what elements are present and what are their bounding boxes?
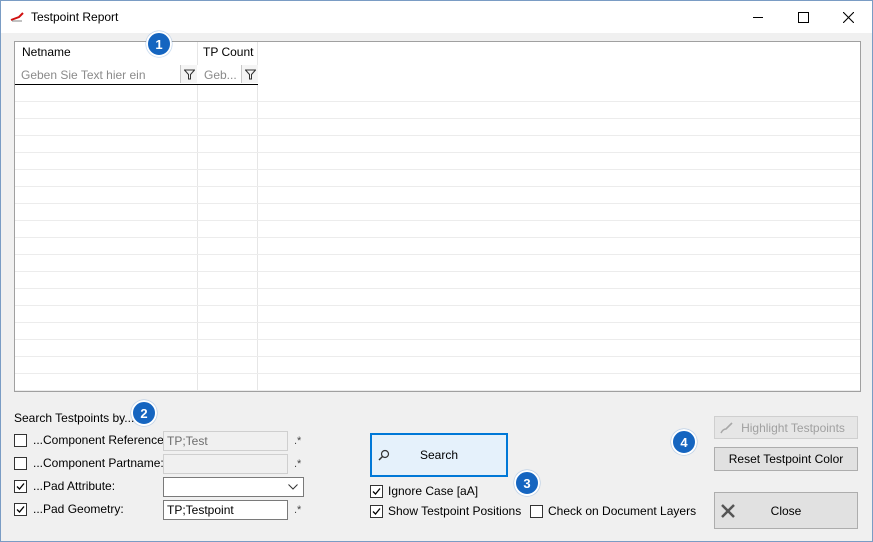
grid-row-line xyxy=(15,152,860,153)
maximize-button[interactable] xyxy=(781,1,826,33)
grid-row-line xyxy=(15,237,860,238)
component-partname-field[interactable] xyxy=(163,454,288,474)
highlight-testpoints-label: Highlight Testpoints xyxy=(741,420,845,435)
pad-geometry-label: ...Pad Geometry: xyxy=(33,502,124,516)
highlight-testpoints-button[interactable]: Highlight Testpoints xyxy=(714,416,858,439)
component-reference-checkbox[interactable] xyxy=(14,434,27,447)
search-section-label: Search Testpoints by... xyxy=(14,411,135,425)
pad-geometry-checkbox[interactable] xyxy=(14,503,27,516)
filter-icon xyxy=(244,69,256,79)
brush-icon xyxy=(720,422,733,434)
testpoint-report-window: Testpoint Report Netname TP Count Geben … xyxy=(0,0,873,542)
pad-attribute-checkbox[interactable] xyxy=(14,480,27,493)
grid-row-line xyxy=(15,271,860,272)
close-x-icon xyxy=(721,504,735,518)
close-button[interactable]: Close xyxy=(714,492,858,529)
marker-4: 4 xyxy=(671,429,697,455)
pad-attribute-label: ...Pad Attribute: xyxy=(33,479,116,493)
reset-testpoint-color-button[interactable]: Reset Testpoint Color xyxy=(714,447,858,471)
component-partname-suffix: .* xyxy=(294,458,302,470)
show-positions-label: Show Testpoint Positions xyxy=(388,504,522,518)
grid-row-line xyxy=(15,186,860,187)
grid-row-line xyxy=(15,322,860,323)
window-title: Testpoint Report xyxy=(31,10,119,24)
checkmark-icon xyxy=(16,483,25,490)
check-document-layers-label: Check on Document Layers xyxy=(548,504,697,518)
title-bar: Testpoint Report xyxy=(1,1,872,33)
chevron-down-icon xyxy=(288,484,298,490)
show-positions-checkbox[interactable] xyxy=(370,505,383,518)
component-reference-field[interactable] xyxy=(163,431,288,451)
ignore-case-checkbox[interactable] xyxy=(370,485,383,498)
pad-geometry-field[interactable] xyxy=(163,500,288,520)
grid-row-line xyxy=(15,305,860,306)
search-button[interactable]: Search xyxy=(370,433,508,477)
netname-filter-button[interactable] xyxy=(180,65,197,83)
tp-count-filter-cell xyxy=(198,65,258,85)
close-icon xyxy=(843,11,854,23)
component-partname-label: ...Component Partname: xyxy=(33,456,164,470)
app-icon xyxy=(10,12,24,22)
netname-filter-input[interactable] xyxy=(15,65,181,84)
maximize-icon xyxy=(798,11,809,23)
grid-row-line xyxy=(15,356,860,357)
grid-row-line xyxy=(15,135,860,136)
marker-3: 3 xyxy=(514,470,540,496)
component-partname-checkbox[interactable] xyxy=(14,457,27,470)
marker-2: 2 xyxy=(131,400,157,426)
grid-row-line xyxy=(15,339,860,340)
pad-attribute-dropdown[interactable] xyxy=(163,477,304,497)
minimize-button[interactable] xyxy=(736,1,781,33)
grid-row-line xyxy=(15,169,860,170)
checkmark-icon xyxy=(372,508,381,515)
close-button-label: Close xyxy=(770,503,802,518)
reset-testpoint-color-label: Reset Testpoint Color xyxy=(728,452,844,466)
column-header-netname[interactable]: Netname xyxy=(22,45,71,59)
grid-row-line xyxy=(15,288,860,289)
grid-row-line xyxy=(15,390,860,391)
filter-icon xyxy=(183,69,195,79)
testpoint-grid[interactable]: Netname TP Count xyxy=(14,41,861,392)
grid-row-line xyxy=(15,373,860,374)
component-reference-label: ...Component Reference: xyxy=(33,433,168,447)
check-document-layers-checkbox[interactable] xyxy=(530,505,543,518)
grid-row-line xyxy=(15,101,860,102)
search-button-label: Search xyxy=(419,448,459,462)
search-icon xyxy=(378,449,390,461)
tp-count-filter-button[interactable] xyxy=(241,65,258,83)
grid-row-line xyxy=(15,203,860,204)
column-header-tp-count[interactable]: TP Count xyxy=(203,45,253,59)
pad-geometry-suffix: .* xyxy=(294,504,302,516)
checkmark-icon xyxy=(16,506,25,513)
marker-1: 1 xyxy=(146,31,172,57)
close-window-button[interactable] xyxy=(826,1,871,33)
netname-filter-cell xyxy=(15,65,198,85)
grid-row-line xyxy=(15,254,860,255)
ignore-case-label: Ignore Case [aA] xyxy=(388,484,479,498)
grid-row-line xyxy=(15,220,860,221)
tp-count-filter-input[interactable] xyxy=(198,65,242,84)
grid-row-line xyxy=(15,118,860,119)
checkmark-icon xyxy=(372,488,381,495)
minimize-icon xyxy=(753,16,763,18)
component-reference-suffix: .* xyxy=(294,435,302,447)
